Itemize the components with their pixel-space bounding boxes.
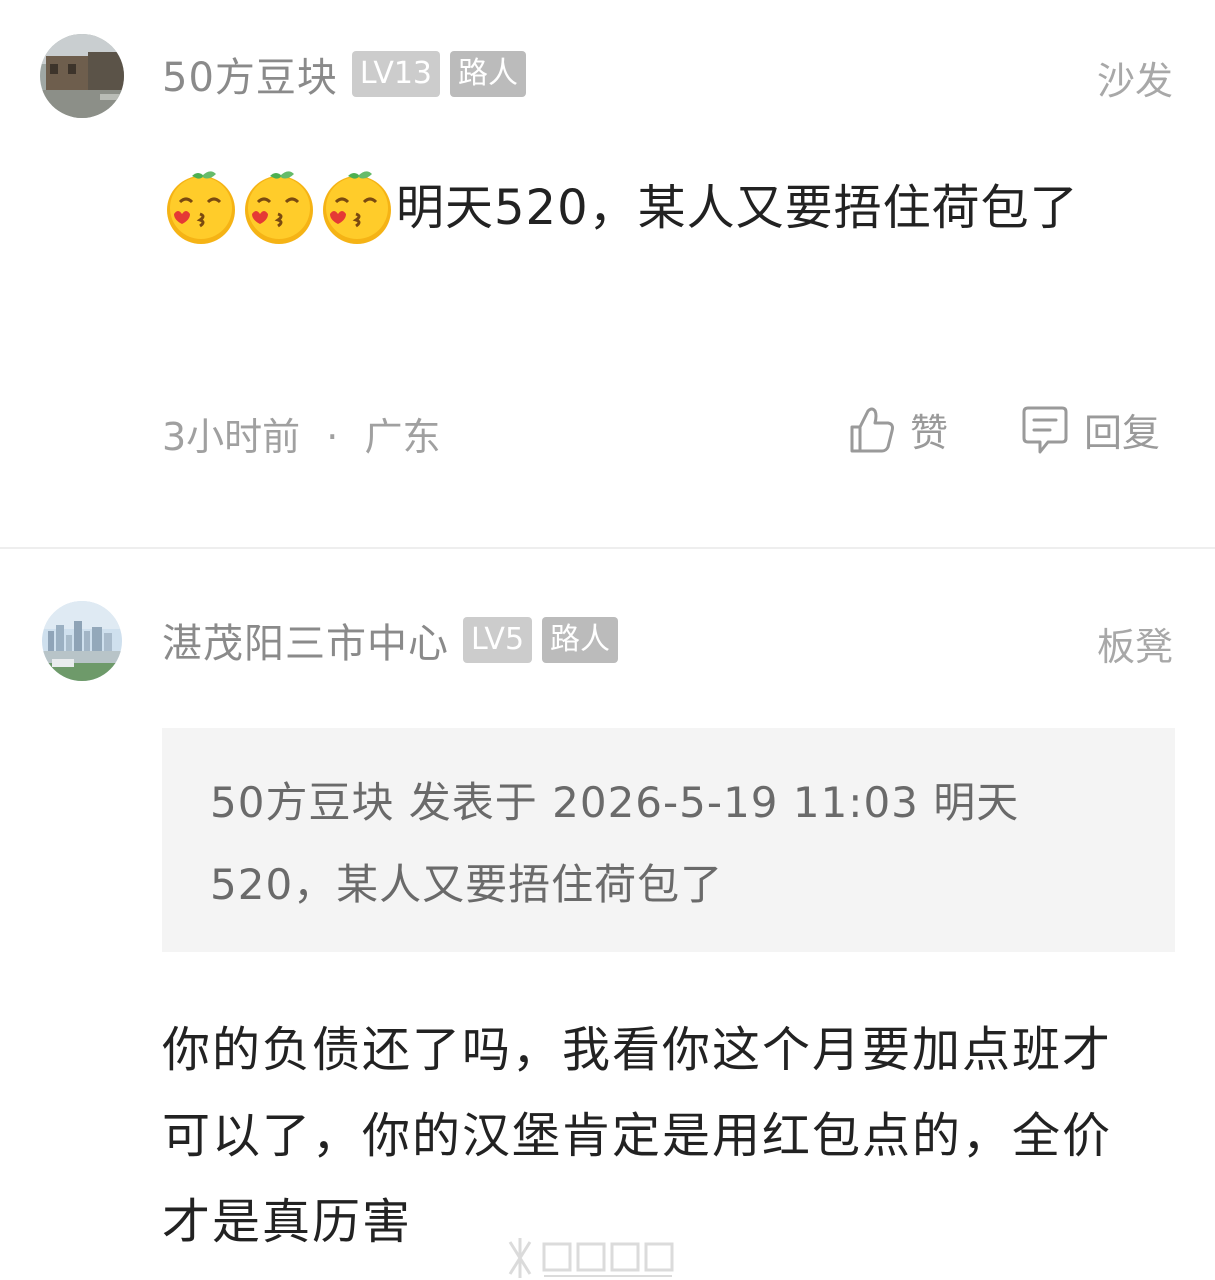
comment-meta: 3小时前 · 广东 [162,406,440,461]
comment-header: 湛茂阳三市中心 LV5 路人 [162,610,619,670]
level-badge: LV13 [351,51,441,97]
emoji-group [162,171,396,244]
comment-text: 明天520，某人又要捂住荷包了 [162,160,1152,256]
avatar-photo [40,34,124,118]
username[interactable]: 湛茂阳三市中心 [162,611,449,669]
role-badge: 路人 [542,617,619,663]
quote-text: 50方豆块 发表于 2026-5-19 11:03 明天520，某人又要捂住荷包… [210,778,1020,909]
watermark-logo [508,1238,674,1278]
user-avatar[interactable] [42,601,122,681]
level-badge: LV5 [463,617,533,663]
quoted-comment[interactable]: 50方豆块 发表于 2026-5-19 11:03 明天520，某人又要捂住荷包… [162,728,1175,952]
comment-1: 50方豆块 LV13 路人 沙发 明天520，某人又要捂住荷包了 3小时前 · … [0,0,1215,548]
username[interactable]: 50方豆块 [162,45,338,103]
post-location: 广东 [364,415,441,459]
comment-body: 你的负债还了吗，我看你这个月要加点班才可以了，你的汉堡肯定是用红包点的，全价才是… [162,1022,1113,1250]
floor-label: 沙发 [1096,59,1173,103]
reply-button[interactable]: 回复 [1020,402,1160,457]
kiss-emoji-icon [323,171,391,244]
post-time: 3小时前 [162,415,301,459]
floor-label: 板凳 [1096,625,1173,669]
role-badge: 路人 [450,51,527,97]
comment-bubble-icon [1022,406,1068,453]
kiss-emoji-icon [245,171,313,244]
comment-2: 湛茂阳三市中心 LV5 路人 板凳 50方豆块 发表于 2026-5-19 11… [0,549,1215,1280]
comment-body: 明天520，某人又要捂住荷包了 [396,180,1079,236]
thumbs-up-icon [850,407,894,452]
like-label: 赞 [910,411,949,455]
reply-label: 回复 [1084,411,1161,455]
meta-separator: · [326,415,339,459]
like-button[interactable]: 赞 [848,402,948,457]
comment-header: 50方豆块 LV13 路人 [162,44,527,104]
kiss-emoji-icon [167,171,235,244]
user-avatar[interactable] [40,34,124,118]
avatar-photo [42,601,122,681]
